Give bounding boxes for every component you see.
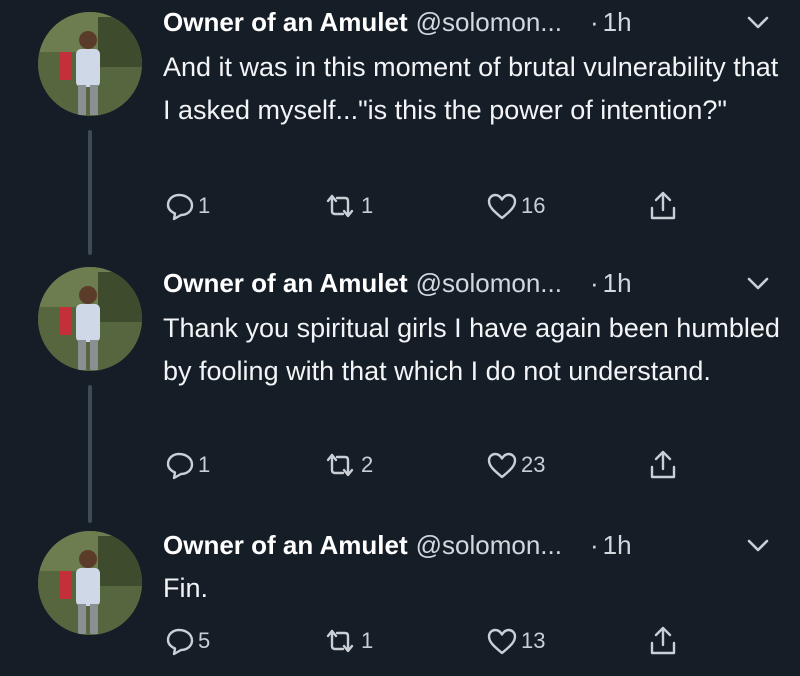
author-handle[interactable]: @solomon...: [416, 268, 562, 299]
like-button[interactable]: 16: [486, 186, 545, 226]
like-button[interactable]: 23: [486, 445, 545, 485]
avatar[interactable]: [38, 12, 142, 116]
chevron-down-icon[interactable]: [746, 537, 770, 555]
tweet-text: Thank you spiritual girls I have again b…: [163, 313, 780, 386]
retweet-count: 1: [361, 193, 374, 218]
timestamp[interactable]: 1h: [603, 7, 632, 38]
reply-count: 5: [198, 628, 211, 653]
retweet-count: 2: [361, 452, 374, 477]
chevron-down-icon[interactable]: [746, 275, 770, 293]
timestamp[interactable]: 1h: [603, 268, 632, 299]
share-button[interactable]: [648, 621, 681, 661]
retweet-count: 1: [361, 628, 374, 653]
reply-icon: [165, 450, 198, 480]
like-button[interactable]: 13: [486, 621, 545, 661]
author-handle[interactable]: @solomon...: [416, 530, 562, 561]
retweet-button[interactable]: 2: [322, 445, 373, 485]
retweet-icon: [322, 191, 361, 221]
tweet-text: And it was in this moment of brutal vuln…: [163, 52, 779, 125]
avatar[interactable]: [38, 267, 142, 371]
tweet-3[interactable]: Owner of an Amulet @solomon... · 1h Fin.…: [0, 525, 800, 676]
chevron-down-icon[interactable]: [746, 14, 770, 32]
share-button[interactable]: [648, 186, 681, 226]
reply-icon: [165, 626, 198, 656]
like-count: 16: [521, 193, 546, 218]
like-count: 23: [521, 452, 546, 477]
retweet-button[interactable]: 1: [322, 186, 373, 226]
retweet-button[interactable]: 1: [322, 621, 373, 661]
tweet-actions: 1 1 16: [0, 186, 800, 226]
share-icon: [648, 190, 681, 222]
retweet-icon: [322, 626, 361, 656]
avatar[interactable]: [38, 531, 142, 635]
share-icon: [648, 625, 681, 657]
share-icon: [648, 449, 681, 481]
separator-dot: ·: [589, 6, 599, 37]
author-name[interactable]: Owner of an Amulet: [163, 530, 408, 561]
author-name[interactable]: Owner of an Amulet: [163, 7, 408, 38]
author-name[interactable]: Owner of an Amulet: [163, 268, 408, 299]
separator-dot: ·: [589, 267, 599, 298]
tweet-header: Owner of an Amulet @solomon... · 1h: [163, 2, 800, 42]
retweet-icon: [322, 450, 361, 480]
tweet-header: Owner of an Amulet @solomon... · 1h: [163, 525, 800, 565]
tweet-2[interactable]: Owner of an Amulet @solomon... · 1h Than…: [0, 255, 800, 525]
reply-count: 1: [198, 452, 211, 477]
heart-icon: [486, 191, 521, 221]
heart-icon: [486, 450, 521, 480]
tweet-header: Owner of an Amulet @solomon... · 1h: [163, 263, 800, 303]
tweet-actions: 1 2 23: [0, 445, 800, 485]
author-handle[interactable]: @solomon...: [416, 7, 562, 38]
tweet-1[interactable]: Owner of an Amulet @solomon... · 1h And …: [0, 0, 800, 255]
tweet-text: Fin.: [163, 573, 209, 603]
separator-dot: ·: [589, 529, 599, 560]
share-button[interactable]: [648, 445, 681, 485]
reply-button[interactable]: 5: [165, 621, 210, 661]
heart-icon: [486, 626, 521, 656]
reply-icon: [165, 191, 198, 221]
timestamp[interactable]: 1h: [603, 530, 632, 561]
reply-count: 1: [198, 193, 211, 218]
tweet-actions: 5 1 13: [0, 621, 800, 661]
reply-button[interactable]: 1: [165, 445, 210, 485]
reply-button[interactable]: 1: [165, 186, 210, 226]
like-count: 13: [521, 628, 546, 653]
